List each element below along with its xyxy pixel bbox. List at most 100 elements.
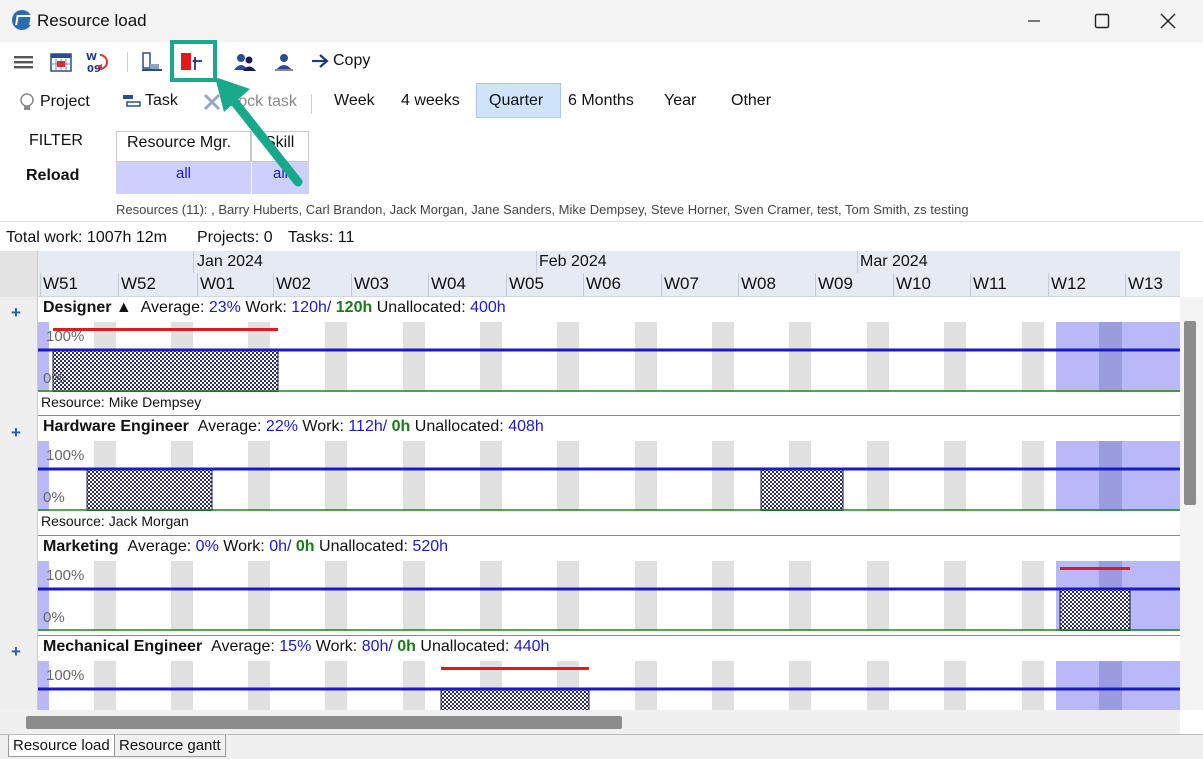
unallocated-label: Unallocated:: [319, 538, 408, 555]
weekend-stripe: [325, 441, 347, 511]
timescale-6-months[interactable]: 6 Months: [568, 92, 634, 110]
weekend-stripe: [944, 561, 966, 631]
weekend-stripe: [867, 441, 889, 511]
load-chart: [38, 661, 1180, 710]
weekend-stripe: [248, 561, 270, 631]
unallocated-label: Unallocated:: [420, 638, 510, 655]
expand-hardware-engineer-icon[interactable]: +: [11, 423, 21, 443]
sort-indicator-icon[interactable]: ▲: [116, 299, 132, 316]
load-bar[interactable]: [760, 468, 844, 511]
week-label: W12: [1051, 274, 1086, 293]
label-100-percent: 100%: [46, 667, 85, 684]
app-logo-icon: [12, 10, 32, 30]
weekend-stripe: [325, 561, 347, 631]
week-divider: [273, 273, 274, 297]
weekend-stripe: [712, 661, 734, 710]
label-0-percent: 0%: [43, 609, 65, 626]
unallocated-value: 520h: [412, 538, 449, 555]
weekend-stripe: [557, 561, 579, 631]
work-label: Work:: [245, 299, 287, 316]
week-label: W08: [741, 274, 776, 293]
selected-weekend: [1099, 322, 1122, 392]
overload-marker: [1060, 567, 1130, 570]
group-name[interactable]: Marketing: [43, 538, 119, 555]
tab-resource-load[interactable]: Resource load: [8, 735, 115, 757]
minimize-button[interactable]: [1011, 6, 1057, 36]
weekend-stripe: [403, 661, 425, 710]
title-bar: Resource load: [0, 0, 1203, 42]
week-label: W51: [43, 274, 78, 293]
resource-chart-icon[interactable]: [140, 50, 164, 74]
totals-bar: Total work: 1007h 12m Projects: 0 Tasks:…: [0, 221, 1203, 251]
window-title: Resource load: [37, 11, 147, 30]
projects-count: Projects: 0: [197, 229, 273, 246]
calendar-icon[interactable]: [49, 50, 73, 74]
close-button[interactable]: [1145, 6, 1191, 36]
unallocated-label: Unallocated:: [376, 299, 466, 316]
weekend-stripe: [1022, 661, 1044, 710]
horizontal-scroll-thumb[interactable]: [26, 716, 622, 729]
timescale-4-weeks[interactable]: 4 weeks: [401, 92, 460, 110]
toolbar-separator: [127, 52, 128, 72]
load-bar[interactable]: [86, 468, 213, 511]
average-label: Average:: [140, 299, 205, 316]
resources-list: Resources (11): , Barry Huberts, Carl Br…: [116, 202, 969, 217]
expand-mechanical-engineer-icon[interactable]: +: [11, 642, 21, 662]
expand-designer-icon[interactable]: +: [11, 303, 21, 323]
group-summary: Mechanical Engineer Average: 15% Work: 8…: [43, 638, 549, 656]
average-value: 0%: [195, 538, 219, 555]
label-100-percent: 100%: [46, 447, 85, 464]
tab-resource-gantt[interactable]: Resource gantt: [114, 735, 226, 757]
timescale-year[interactable]: Year: [664, 92, 696, 110]
weekend-stripe: [789, 322, 811, 392]
weekend-stripe: [635, 322, 657, 392]
task-button[interactable]: Task: [121, 92, 178, 110]
overload-marker: [53, 328, 278, 331]
menu-icon[interactable]: [12, 50, 36, 74]
week-refresh-icon[interactable]: W 09: [86, 50, 110, 75]
weekend-stripe: [94, 661, 116, 710]
work-value: 120h/: [291, 299, 332, 316]
load-bar[interactable]: [440, 688, 590, 710]
resource-name[interactable]: Resource: Jack Morgan: [41, 513, 189, 529]
copy-button[interactable]: Copy: [310, 51, 370, 71]
vertical-scroll-thumb[interactable]: [1184, 321, 1196, 505]
vertical-scrollbar[interactable]: [1180, 297, 1203, 710]
label-0-percent: 0%: [43, 370, 65, 387]
maximize-button[interactable]: [1079, 6, 1125, 36]
group-name[interactable]: Mechanical Engineer: [43, 638, 202, 655]
header-corner: [0, 251, 38, 297]
filter-label: FILTER: [29, 132, 83, 149]
weekend-stripe: [171, 661, 193, 710]
work-label: Work:: [223, 538, 265, 555]
user-icon[interactable]: [272, 50, 296, 74]
task-bars-icon: [123, 95, 141, 107]
sheet-tabs: Resource load Resource gantt: [0, 734, 1203, 759]
load-chart: [38, 322, 1180, 392]
average-value: 15%: [279, 638, 312, 655]
selected-weekend: [1099, 661, 1122, 710]
reload-button[interactable]: Reload: [26, 167, 79, 185]
load-bar[interactable]: [52, 349, 279, 392]
group-summary: Hardware Engineer Average: 22% Work: 112…: [43, 418, 544, 436]
work-allocated: 0h: [295, 538, 315, 555]
timescale-week[interactable]: Week: [334, 92, 375, 110]
resource-name[interactable]: Resource: Mike Dempsey: [41, 394, 201, 410]
weekend-stripe: [944, 661, 966, 710]
week-divider: [1125, 273, 1126, 297]
month-feb: Feb 2024: [539, 253, 607, 270]
load-chart: [38, 441, 1180, 511]
group-name[interactable]: Designer: [43, 299, 111, 316]
unallocated-value: 400h: [470, 299, 506, 316]
week-label: W10: [896, 274, 931, 293]
load-bar[interactable]: [1059, 588, 1131, 631]
weekend-stripe: [712, 561, 734, 631]
timescale-other[interactable]: Other: [731, 92, 771, 110]
weekend-stripe: [248, 661, 270, 710]
users-icon[interactable]: [232, 50, 256, 74]
timescale-quarter[interactable]: Quarter: [489, 92, 543, 110]
weekend-stripe: [403, 322, 425, 392]
project-button[interactable]: Project: [18, 92, 90, 112]
horizontal-scrollbar[interactable]: [0, 710, 1180, 734]
group-name[interactable]: Hardware Engineer: [43, 418, 189, 435]
